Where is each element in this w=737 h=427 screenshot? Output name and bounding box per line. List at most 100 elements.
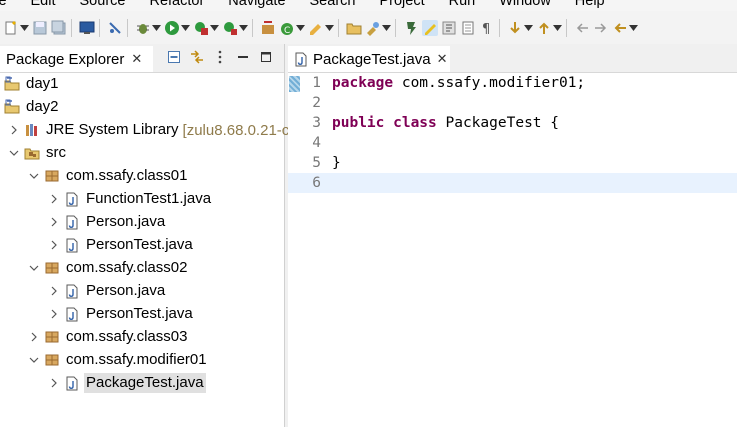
close-icon[interactable]: ✕	[437, 52, 448, 67]
new-icon[interactable]	[3, 20, 19, 36]
dropdown-arrow-icon[interactable]	[20, 20, 29, 36]
code-line[interactable]: 4	[288, 133, 737, 153]
chevron-down-icon[interactable]	[28, 354, 40, 366]
menu-bar: ile Edit Source Refactor Navigate Search Proje…	[0, 0, 737, 11]
tree-item-label: PersonTest.java	[86, 305, 193, 322]
editor-tabbar: PackageTest.java ✕	[288, 44, 737, 73]
dropdown-arrow-icon[interactable]	[553, 20, 562, 36]
menu-navigate[interactable]: Navigate	[228, 0, 285, 11]
chevron-down-icon[interactable]	[28, 262, 40, 274]
tab-package-explorer[interactable]: Package Explorer ✕	[0, 46, 153, 72]
dropdown-arrow-icon[interactable]	[524, 20, 533, 36]
menu-search[interactable]: Search	[310, 0, 356, 11]
view-menu-icon[interactable]	[212, 49, 228, 65]
dropdown-arrow-icon[interactable]	[152, 20, 161, 36]
chevron-right-icon[interactable]	[48, 239, 60, 251]
run-coverage-icon[interactable]	[193, 20, 209, 36]
toggle-mark-icon[interactable]	[403, 20, 419, 36]
forward-edit-icon[interactable]	[593, 20, 609, 36]
chevron-right-icon[interactable]	[28, 331, 40, 343]
open-type-icon[interactable]	[308, 20, 324, 36]
chevron-right-icon[interactable]	[48, 193, 60, 205]
last-edit-icon[interactable]	[574, 20, 590, 36]
menu-source[interactable]: Source	[80, 0, 126, 11]
skip-breakpoints-icon[interactable]	[107, 20, 123, 36]
tree-item[interactable]: com.ssafy.modifier01	[28, 349, 209, 371]
dropdown-arrow-icon[interactable]	[382, 20, 391, 36]
chevron-right-icon[interactable]	[48, 216, 60, 228]
link-with-editor-icon[interactable]	[189, 49, 205, 65]
dropdown-arrow-icon[interactable]	[629, 20, 638, 36]
new-class-icon[interactable]: C	[279, 20, 295, 36]
maximize-icon[interactable]	[258, 49, 274, 65]
dropdown-arrow-icon[interactable]	[296, 20, 305, 36]
open-folder-icon[interactable]	[346, 20, 362, 36]
pilcrow-icon[interactable]: ¶	[479, 20, 495, 36]
external-tools-icon[interactable]	[222, 20, 238, 36]
search-icon[interactable]	[365, 20, 381, 36]
debug-icon[interactable]	[135, 20, 151, 36]
run-icon[interactable]	[164, 20, 180, 36]
save-icon[interactable]	[32, 20, 48, 36]
dropdown-arrow-icon[interactable]	[325, 20, 334, 36]
code-line[interactable]: 5}	[288, 153, 737, 173]
tree-item[interactable]: PersonTest.java	[48, 234, 195, 256]
tree-item[interactable]: src	[8, 142, 68, 164]
package-icon	[44, 260, 60, 276]
toolbar-separator	[395, 18, 396, 37]
java-file-icon	[293, 51, 309, 67]
code-line[interactable]: 1 package com.ssafy.modifier01;	[288, 73, 737, 93]
menu-project[interactable]: Project	[379, 0, 424, 11]
block-selection-icon[interactable]	[460, 20, 476, 36]
tree-item[interactable]: com.ssafy.class02	[28, 257, 189, 279]
toolbar-separator	[71, 18, 72, 37]
tree-item[interactable]: Person.java	[48, 211, 167, 233]
tree-item[interactable]: FunctionTest1.java	[48, 188, 213, 210]
menu-ile[interactable]: ile	[0, 0, 7, 11]
menu-help[interactable]: Help	[575, 0, 605, 11]
toolbar-separator	[127, 18, 128, 37]
tree-item[interactable]: com.ssafy.class01	[28, 165, 189, 187]
tree-item-label: com.ssafy.class03	[66, 328, 188, 345]
dropdown-arrow-icon[interactable]	[210, 20, 219, 36]
dropdown-arrow-icon[interactable]	[239, 20, 248, 36]
code-line[interactable]: 6	[288, 173, 737, 193]
chevron-right-icon[interactable]	[48, 377, 60, 389]
collapse-all-icon[interactable]	[166, 49, 182, 65]
tree-item-label: com.ssafy.modifier01	[66, 351, 207, 368]
chevron-right-icon[interactable]	[48, 285, 60, 297]
toolbar-separator	[338, 18, 339, 37]
tree-item[interactable]: JRE System Library [zulu8.68.0.21-ca	[8, 119, 298, 141]
code-line[interactable]: 3 public class PackageTest {	[288, 113, 737, 133]
next-annotation-icon[interactable]	[507, 20, 523, 36]
tree-item-label: Person.java	[86, 213, 166, 230]
new-java-project-icon[interactable]	[260, 20, 276, 36]
tree-item[interactable]: PersonTest.java	[48, 303, 195, 325]
menu-window[interactable]: Window	[499, 0, 551, 11]
save-all-icon[interactable]	[51, 20, 67, 36]
tree-item[interactable]: day1	[4, 73, 61, 95]
chevron-down-icon[interactable]	[28, 170, 40, 182]
tree-item[interactable]: com.ssafy.class03	[28, 326, 189, 348]
code-line[interactable]: 2	[288, 93, 737, 113]
back-icon[interactable]	[612, 20, 628, 36]
minimize-icon[interactable]	[235, 49, 251, 65]
menu-edit[interactable]: Edit	[31, 0, 56, 11]
package-icon	[44, 168, 60, 184]
editor-tab-title: PackageTest.java	[313, 50, 431, 68]
show-whitespace-icon[interactable]	[441, 20, 457, 36]
close-icon[interactable]: ✕	[131, 52, 142, 67]
tab-packagetest-java[interactable]: PackageTest.java ✕	[288, 46, 450, 72]
toggle-highlight-icon[interactable]	[422, 19, 438, 36]
dropdown-arrow-icon[interactable]	[181, 20, 190, 36]
tree-item[interactable]: Person.java	[48, 280, 167, 302]
chevron-right-icon[interactable]	[8, 124, 20, 136]
terminal-icon[interactable]	[79, 20, 95, 36]
prev-annotation-icon[interactable]	[536, 20, 552, 36]
menu-run[interactable]: Run	[449, 0, 476, 11]
chevron-right-icon[interactable]	[48, 308, 60, 320]
tree-item[interactable]: day2	[4, 96, 61, 118]
tree-item[interactable]: PackageTest.java	[48, 372, 206, 394]
chevron-down-icon[interactable]	[8, 147, 20, 159]
menu-refactor[interactable]: Refactor	[149, 0, 204, 11]
